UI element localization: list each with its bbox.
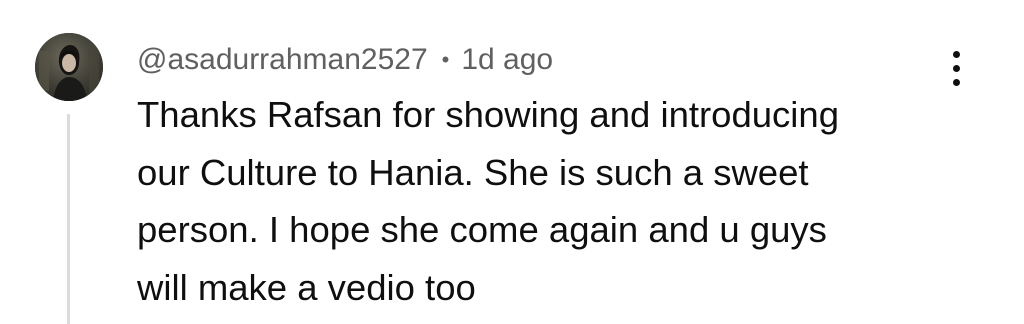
avatar-photo-icon [35,33,103,101]
comment-text-line: person. I hope she come again and u guys [137,209,827,250]
comment-text-line: Thanks Rafsan for showing and introducin… [137,94,840,135]
comment-text: Thanks Rafsan for showing and introducin… [137,86,937,316]
thread-line [67,114,70,324]
comment: @asadurrahman2527 • 1d ago Thanks Rafsan… [0,0,1024,324]
avatar[interactable] [35,33,103,101]
more-vert-icon [952,50,960,58]
more-options-button[interactable] [938,42,974,94]
meta-separator: • [441,47,450,72]
more-vert-icon-dot [952,78,960,86]
author-handle[interactable]: @asadurrahman2527 [137,43,428,77]
comment-meta: @asadurrahman2527 • 1d ago [137,38,553,82]
more-vert-icon-dot [952,64,960,72]
comment-text-line: will make a vedio too [137,266,476,308]
comment-timestamp[interactable]: 1d ago [461,43,553,77]
comment-text-line: our Culture to Hania. She is such a swee… [137,151,809,193]
